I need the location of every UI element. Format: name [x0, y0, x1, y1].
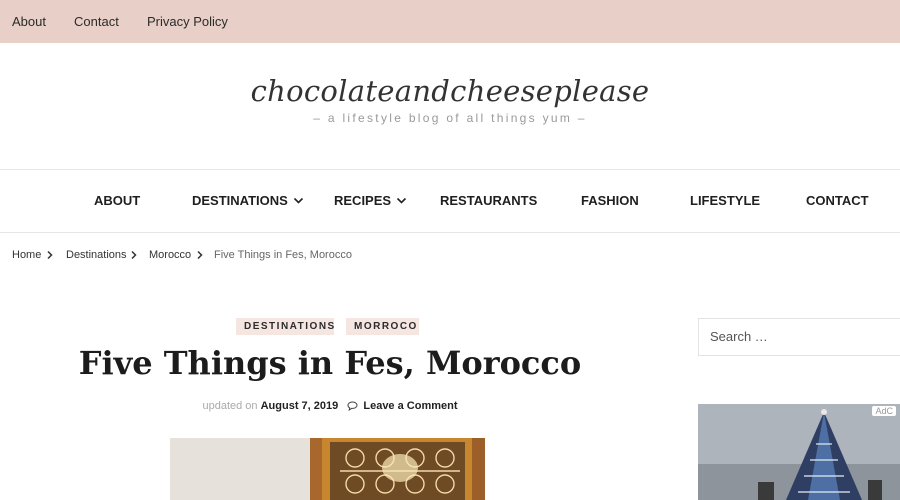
nav-item-restaurants[interactable]: RESTAURANTS	[440, 193, 537, 208]
breadcrumb-destinations[interactable]: Destinations	[66, 249, 127, 261]
topbar-link-privacy-policy[interactable]: Privacy Policy	[147, 14, 228, 29]
nav-item-contact[interactable]: CONTACT	[806, 193, 869, 208]
post-date[interactable]: August 7, 2019	[261, 400, 339, 412]
nav-item-label: RECIPES	[334, 193, 392, 208]
topbar-link-contact[interactable]: Contact	[74, 14, 119, 29]
hero-image-graphic	[170, 438, 485, 500]
nav-item-label: RESTAURANTS	[440, 193, 538, 208]
post-title: Five Things in Fes, Morocco	[78, 344, 582, 382]
post-meta: updated on August 7, 2019 Leave a Commen…	[60, 400, 600, 412]
speech-bubble-icon	[347, 401, 358, 412]
updated-prefix: updated on	[202, 400, 258, 412]
nav-divider	[0, 232, 900, 233]
chevron-right-icon	[47, 250, 53, 260]
nav-item-label: ABOUT	[94, 193, 141, 208]
site-tagline: – a lifestyle blog of all things yum –	[313, 111, 587, 125]
top-bar: About Contact Privacy Policy	[0, 0, 900, 43]
category-badge-destinations[interactable]: DESTINATIONS	[236, 318, 334, 335]
category-badge-morroco[interactable]: MORROCO	[346, 318, 419, 335]
breadcrumb-current: Five Things in Fes, Morocco	[214, 249, 352, 261]
header-divider	[0, 169, 900, 170]
ad-choices-label[interactable]: AdC	[872, 406, 896, 416]
chevron-right-icon	[197, 250, 203, 260]
hero-image	[170, 438, 485, 500]
search-input[interactable]	[710, 329, 890, 344]
leave-comment-link[interactable]: Leave a Comment	[363, 400, 457, 412]
nav-item-fashion[interactable]: FASHION	[581, 193, 639, 208]
nav-item-recipes[interactable]: RECIPES	[334, 193, 407, 208]
chevron-down-icon	[397, 197, 407, 204]
nav-item-label: CONTACT	[806, 193, 869, 208]
site-title[interactable]: chocolateandcheeseplease	[0, 74, 900, 108]
sidebar-search	[698, 318, 900, 356]
topbar-link-about[interactable]: About	[12, 14, 46, 29]
nav-item-about[interactable]: ABOUT	[94, 193, 140, 208]
nav-item-lifestyle[interactable]: LIFESTYLE	[690, 193, 760, 208]
sidebar-ad[interactable]: AdC	[698, 404, 900, 500]
chevron-right-icon	[131, 250, 137, 260]
chevron-down-icon	[293, 197, 303, 204]
nav-item-label: FASHION	[581, 193, 639, 208]
breadcrumb-home[interactable]: Home	[12, 249, 41, 261]
breadcrumb-morocco[interactable]: Morocco	[149, 249, 191, 261]
nav-item-label: LIFESTYLE	[690, 193, 761, 208]
nav-item-destinations[interactable]: DESTINATIONS	[192, 193, 304, 208]
ad-image-graphic	[698, 404, 900, 500]
nav-item-label: DESTINATIONS	[192, 193, 288, 208]
